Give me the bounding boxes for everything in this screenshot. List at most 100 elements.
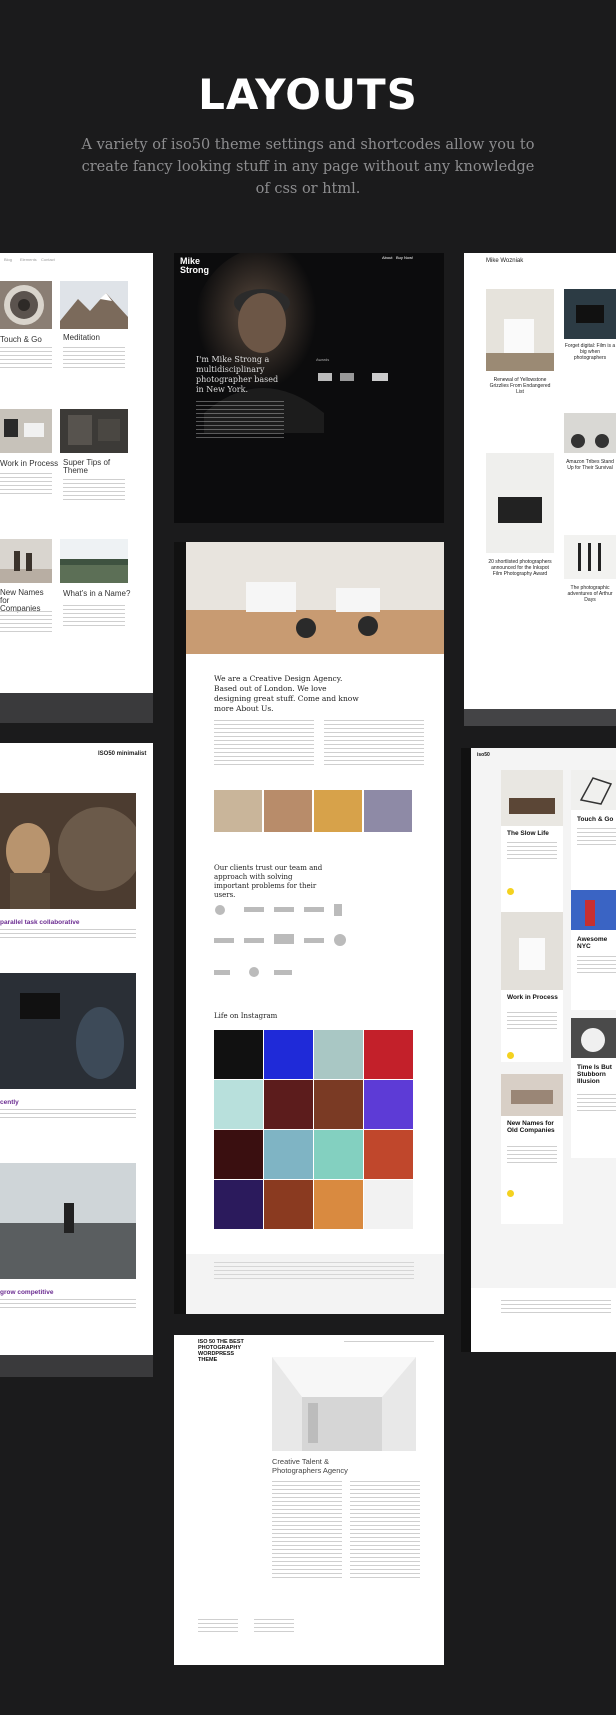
camera-operator-photo xyxy=(0,973,136,1089)
post-title[interactable]: Work in Process xyxy=(0,459,58,468)
texture-photo xyxy=(60,409,128,453)
post-excerpt xyxy=(577,956,616,976)
post-excerpt xyxy=(0,1299,136,1309)
studio-photo xyxy=(272,1357,416,1451)
speaker-photo xyxy=(501,1074,563,1116)
nav-about[interactable]: About xyxy=(382,255,392,260)
footer xyxy=(471,1288,616,1352)
post-title[interactable]: cently xyxy=(0,1099,19,1106)
bio-text xyxy=(196,401,284,441)
shore-photo xyxy=(0,1163,136,1279)
post-title[interactable]: The Slow Life xyxy=(507,830,549,837)
nav-item-blog[interactable]: Blog xyxy=(4,257,12,262)
logo[interactable]: ISO 50 THE BEST PHOTOGRAPHY WORDPRESS TH… xyxy=(198,1339,248,1363)
desk-photo xyxy=(0,409,52,453)
site-title[interactable]: ISO50 minimalist xyxy=(98,751,146,757)
side-menu-bar[interactable] xyxy=(461,748,471,1352)
white-cup-photo xyxy=(501,912,563,990)
nav-buy-now[interactable]: Buy Now! xyxy=(396,255,413,260)
clients-heading: Our clients trust our team and approach … xyxy=(214,864,323,899)
post-title[interactable]: grow competitive xyxy=(0,1289,53,1296)
post-excerpt xyxy=(0,611,52,633)
post-title[interactable]: Touch & Go xyxy=(577,816,613,823)
intro-text xyxy=(324,720,424,766)
author-avatar[interactable] xyxy=(507,1190,514,1197)
portfolio-dark-preview[interactable]: Mike Strong About Buy Now! I'm Mike Stro… xyxy=(174,253,444,523)
post-title[interactable]: Work in Process xyxy=(507,994,559,1001)
motorbike-photo xyxy=(564,413,616,453)
footer-address xyxy=(254,1619,294,1633)
page-title: LAYOUTS xyxy=(198,70,418,119)
nav-menu[interactable] xyxy=(344,1341,434,1343)
intro-text xyxy=(214,720,314,766)
post-excerpt xyxy=(63,479,125,501)
nav-item-contact[interactable]: Contact xyxy=(41,257,55,262)
cutlery-photo xyxy=(564,535,616,579)
blog-grid-preview[interactable]: Blog Elements Contact Touch & Go Meditat… xyxy=(0,253,153,723)
intro-heading: We are a Creative Design Agency. Based o… xyxy=(214,674,359,713)
mountain-photo xyxy=(60,281,128,329)
urchin-photo xyxy=(0,281,52,329)
team-photos xyxy=(214,790,412,832)
post-title[interactable]: Touch & Go xyxy=(0,335,42,344)
author-avatar[interactable] xyxy=(507,888,514,895)
post-excerpt xyxy=(63,605,125,627)
author-avatar[interactable] xyxy=(507,1052,514,1059)
footer xyxy=(0,693,153,723)
instagram-heading: Life on Instagram xyxy=(214,1012,278,1020)
wozniak-footer xyxy=(464,709,616,726)
post-title[interactable]: Amazon Tribes Stand Up for Their Surviva… xyxy=(564,459,616,471)
agency-home-preview[interactable]: iso50 We are a Creative Design Agency. B… xyxy=(174,542,444,1314)
footer-links xyxy=(214,1262,414,1282)
site-title[interactable]: Mike Wozniak xyxy=(486,258,523,264)
bearded-man-photo xyxy=(0,793,136,909)
post-title[interactable]: The photographic adventures of Arthur Da… xyxy=(564,585,616,603)
post-title[interactable]: 20 shortlisted photographers announced f… xyxy=(486,559,554,577)
nav-item-elements[interactable]: Elements xyxy=(20,257,37,262)
blog-wozniak-preview[interactable]: Mike Wozniak Renewal of Yellowstone Griz… xyxy=(464,253,616,709)
minimalist-blog-preview[interactable]: ISO50 minimalist parallel task collabora… xyxy=(0,743,153,1355)
footer-contact xyxy=(198,1619,238,1633)
post-excerpt xyxy=(0,347,52,369)
logo[interactable]: iso50 xyxy=(477,752,490,758)
cup-photo xyxy=(486,289,554,371)
post-title[interactable]: Time Is But Stubborn Illusion xyxy=(577,1064,616,1085)
post-excerpt xyxy=(0,929,136,939)
logo-line2[interactable]: Strong xyxy=(180,266,209,275)
instagram-grid[interactable] xyxy=(214,1030,414,1230)
post-title[interactable]: Forget digital: Film is a big when photo… xyxy=(564,343,616,361)
intro-text: I'm Mike Strong a multidisciplinary phot… xyxy=(196,355,279,394)
minimalist-footer xyxy=(0,1355,153,1377)
page-subtitle: A variety of iso50 theme settings and sh… xyxy=(81,137,535,197)
clock-photo xyxy=(571,1018,616,1058)
post-title[interactable]: parallel task collaborative xyxy=(0,919,79,926)
post-excerpt xyxy=(63,347,125,369)
section-heading: Creative Talent & Photographers Agency xyxy=(272,1457,348,1475)
record-player-photo xyxy=(501,770,563,826)
post-excerpt xyxy=(577,1094,616,1114)
awards-label: Awards xyxy=(316,357,330,362)
post-title[interactable]: Renewal of Yellowstone Grizzlies From En… xyxy=(486,377,554,395)
camels-photo xyxy=(0,539,52,583)
camera-photo xyxy=(564,289,616,339)
photography-agency-preview[interactable]: ISO 50 THE BEST PHOTOGRAPHY WORDPRESS TH… xyxy=(174,1335,444,1665)
grid-blog-preview[interactable]: iso50 The Slow Life Work in Process New … xyxy=(461,748,616,1352)
typewriter-photo xyxy=(486,453,554,553)
post-title[interactable]: Meditation xyxy=(63,333,100,342)
post-excerpt xyxy=(507,842,557,862)
footer-links xyxy=(501,1300,611,1316)
post-excerpt xyxy=(507,1012,557,1032)
post-excerpt xyxy=(0,473,52,495)
award-logo xyxy=(372,373,388,381)
post-title[interactable]: What’s in a Name? xyxy=(63,589,130,598)
lake-photo xyxy=(60,539,128,583)
side-menu-bar[interactable] xyxy=(174,542,186,1314)
chair-photo xyxy=(571,770,616,810)
post-title[interactable]: Awesome NYC xyxy=(577,936,616,950)
nyc-photo xyxy=(571,890,616,930)
post-title[interactable]: New Names for Companies xyxy=(0,589,52,613)
post-excerpt xyxy=(0,1109,136,1119)
post-title[interactable]: Super Tips of Theme xyxy=(63,459,123,475)
award-logo xyxy=(318,373,332,381)
post-title[interactable]: New Names for Old Companies xyxy=(507,1120,559,1134)
